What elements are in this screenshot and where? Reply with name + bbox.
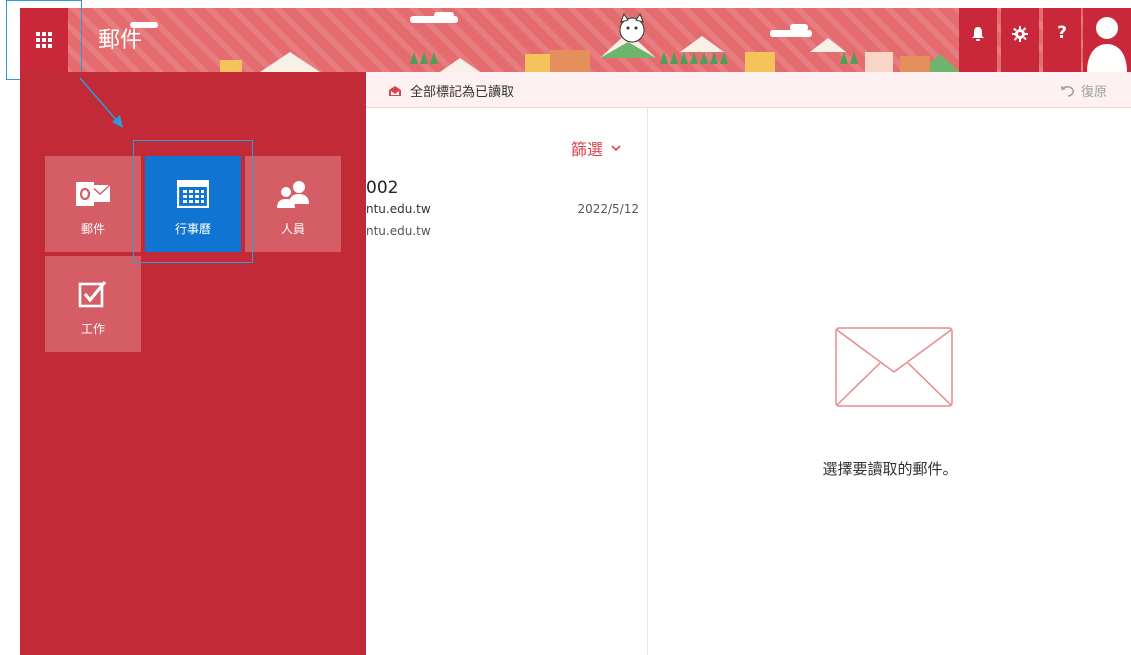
tile-calendar[interactable]: 行事曆 bbox=[145, 156, 241, 252]
settings-button[interactable] bbox=[1001, 8, 1039, 72]
app-launcher-panel: 郵件 行事曆 人員 工作 bbox=[20, 72, 366, 655]
envelope-icon bbox=[835, 327, 953, 407]
message-list: 篩選 002 ntu.edu.tw 2022/5/12 ntu.edu.tw bbox=[366, 108, 648, 655]
empty-reading-message: 選擇要讀取的郵件。 bbox=[822, 460, 958, 478]
waffle-icon bbox=[36, 32, 52, 48]
bell-icon bbox=[972, 27, 984, 41]
message-preview: ntu.edu.tw bbox=[366, 224, 431, 238]
envelope-open-icon bbox=[389, 85, 401, 96]
help-button[interactable]: ? bbox=[1043, 8, 1081, 72]
message-date: 2022/5/12 bbox=[577, 202, 639, 216]
reading-pane: 選擇要讀取的郵件。 bbox=[649, 108, 1131, 655]
message-sender-name: 002 bbox=[366, 178, 399, 198]
mark-all-read-button[interactable]: 全部標記為已讀取 bbox=[388, 81, 514, 100]
undo-icon bbox=[1061, 85, 1074, 97]
guide-arrow-icon bbox=[79, 77, 123, 128]
user-avatar-button[interactable] bbox=[1083, 8, 1131, 72]
mark-all-read-label: 全部標記為已讀取 bbox=[410, 85, 515, 100]
calendar-icon bbox=[177, 180, 209, 208]
help-icon: ? bbox=[1057, 23, 1067, 43]
tile-label: 行事曆 bbox=[174, 222, 211, 236]
header-illustration-icon bbox=[130, 12, 960, 72]
tile-label: 郵件 bbox=[80, 222, 105, 236]
message-sender-address: ntu.edu.tw bbox=[366, 202, 431, 216]
tile-people[interactable]: 人員 bbox=[245, 156, 341, 252]
tile-mail[interactable]: 郵件 bbox=[45, 156, 141, 252]
chevron-down-icon bbox=[611, 145, 621, 151]
tile-label: 工作 bbox=[80, 322, 105, 336]
notifications-button[interactable] bbox=[959, 8, 997, 72]
people-icon bbox=[277, 181, 309, 208]
filter-button[interactable]: 篩選 bbox=[571, 136, 621, 160]
undo-label: 復原 bbox=[1080, 85, 1107, 100]
gear-icon bbox=[1012, 26, 1028, 42]
outlook-mail-icon bbox=[76, 182, 111, 206]
tile-tasks[interactable]: 工作 bbox=[45, 256, 141, 352]
filter-label: 篩選 bbox=[570, 140, 603, 159]
app-title: 郵件 bbox=[98, 28, 143, 53]
top-header: 郵件 ? bbox=[20, 8, 1131, 72]
tile-label: 人員 bbox=[280, 222, 305, 236]
app-launcher-button[interactable] bbox=[20, 8, 68, 72]
task-checkbox-icon bbox=[78, 280, 107, 308]
undo-button[interactable]: 復原 bbox=[1061, 81, 1107, 100]
avatar-icon bbox=[1087, 17, 1127, 72]
command-bar: 全部標記為已讀取 復原 bbox=[366, 72, 1131, 108]
